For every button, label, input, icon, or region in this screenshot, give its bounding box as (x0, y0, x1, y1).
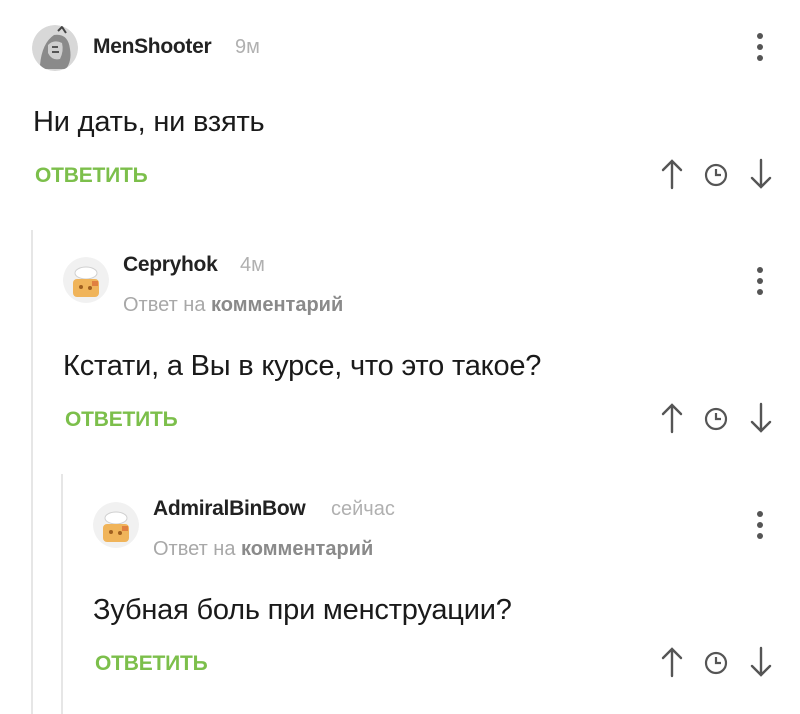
comment-text: Ни дать, ни взять (33, 106, 265, 138)
reply-to-link[interactable]: комментарий (211, 294, 343, 316)
comment-time: 9м (235, 36, 260, 58)
more-vertical-icon[interactable] (756, 267, 764, 297)
comment-time: 4м (240, 254, 265, 276)
comment-1: MenShooter 9м Ни дать, ни взять ОТВЕТИТЬ (0, 0, 800, 230)
comment-text: Кстати, а Вы в курсе, что это такое? (63, 350, 542, 382)
avatar[interactable] (32, 25, 78, 71)
avatar[interactable] (63, 257, 109, 303)
arrow-up-icon[interactable] (660, 646, 684, 683)
reply-to-prefix: Ответ на (123, 294, 206, 316)
more-vertical-icon[interactable] (756, 33, 764, 63)
clock-icon[interactable] (704, 163, 728, 192)
comment-text: Зубная боль при менструации? (93, 594, 512, 626)
avatar[interactable] (93, 502, 139, 548)
reply-to-prefix: Ответ на (153, 538, 236, 560)
arrow-up-icon[interactable] (660, 158, 684, 195)
comment-3: AdmiralBinBow сейчас Ответ на комментари… (0, 474, 800, 714)
comment-time: сейчас (331, 498, 395, 520)
arrow-up-icon[interactable] (660, 402, 684, 439)
reply-to-link[interactable]: комментарий (241, 538, 373, 560)
reply-to-line: Ответ на комментарий (123, 294, 343, 317)
comment-2: Серryhok 4м Ответ на комментарий Кстати,… (0, 230, 800, 460)
username[interactable]: Серryhok (123, 253, 218, 277)
clock-icon[interactable] (704, 651, 728, 680)
reply-button[interactable]: ОТВЕТИТЬ (35, 164, 148, 188)
username[interactable]: MenShooter (93, 35, 212, 59)
more-vertical-icon[interactable] (756, 511, 764, 541)
arrow-down-icon[interactable] (749, 646, 773, 683)
arrow-down-icon[interactable] (749, 402, 773, 439)
clock-icon[interactable] (704, 407, 728, 436)
username[interactable]: AdmiralBinBow (153, 497, 306, 521)
reply-button[interactable]: ОТВЕТИТЬ (95, 652, 208, 676)
reply-button[interactable]: ОТВЕТИТЬ (65, 408, 178, 432)
reply-to-line: Ответ на комментарий (153, 538, 373, 561)
arrow-down-icon[interactable] (749, 158, 773, 195)
